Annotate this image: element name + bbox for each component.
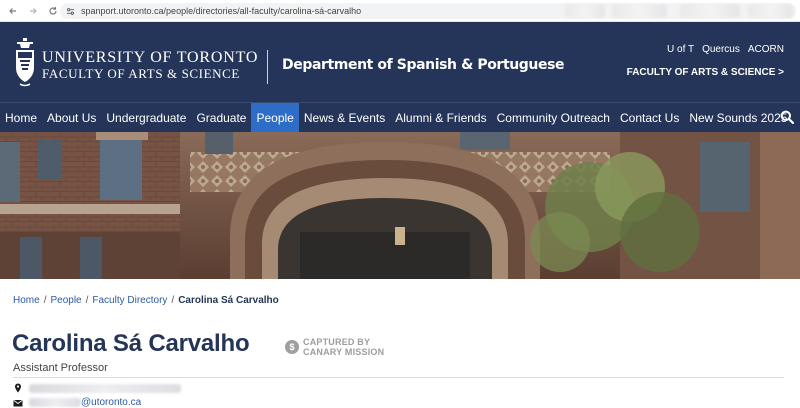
extension-icon[interactable] <box>748 4 793 18</box>
breadcrumb-current: Carolina Sá Carvalho <box>178 295 279 306</box>
extension-icon[interactable] <box>565 4 605 18</box>
university-name[interactable]: UNIVERSITY OF TORONTO <box>42 50 258 66</box>
email-local-part-redacted <box>29 398 81 407</box>
nav-news-events[interactable]: News & Events <box>299 103 390 132</box>
main-navigation: Home About Us Undergraduate Graduate Peo… <box>0 102 800 132</box>
location-redacted <box>29 383 181 393</box>
nav-community-outreach[interactable]: Community Outreach <box>492 103 615 132</box>
extension-icon[interactable] <box>612 4 667 18</box>
breadcrumb-separator: / <box>85 295 89 306</box>
site-info-icon[interactable] <box>66 7 75 16</box>
profile-job-title: Assistant Professor <box>13 362 108 374</box>
faculty-name[interactable]: FACULTY OF ARTS & SCIENCE <box>42 67 240 81</box>
contact-email-row: @utoronto.ca <box>13 397 141 408</box>
watermark-line-2: CANARY MISSION <box>303 347 385 357</box>
watermark-line-1: CAPTURED BY <box>303 337 371 347</box>
acorn-link[interactable]: ACORN <box>748 44 784 55</box>
nav-new-sounds-2025[interactable]: New Sounds 2025 <box>684 103 792 132</box>
email-domain[interactable]: @utoronto.ca <box>81 397 141 408</box>
breadcrumb-people[interactable]: People <box>50 295 81 306</box>
browser-toolbar: spanport.utoronto.ca/people/directories/… <box>0 0 800 22</box>
page-title: Carolina Sá Carvalho <box>12 330 250 357</box>
site-header: UNIVERSITY OF TORONTO FACULTY OF ARTS & … <box>0 22 800 102</box>
breadcrumb-faculty-directory[interactable]: Faculty Directory <box>92 295 167 306</box>
nav-undergraduate[interactable]: Undergraduate <box>101 103 191 132</box>
search-icon[interactable] <box>780 110 794 124</box>
hero-banner-image <box>0 132 800 279</box>
uoft-link[interactable]: U of T <box>667 44 694 55</box>
department-title[interactable]: Department of Spanish & Portuguese <box>282 57 565 73</box>
watermark-logo-icon: $ <box>285 340 299 354</box>
nav-about-us[interactable]: About Us <box>42 103 101 132</box>
quercus-link[interactable]: Quercus <box>702 44 740 55</box>
university-crest-icon[interactable] <box>14 38 36 88</box>
forward-icon[interactable] <box>26 4 40 18</box>
breadcrumb-separator: / <box>171 295 175 306</box>
map-marker-icon <box>15 383 21 393</box>
nav-people[interactable]: People <box>251 103 299 132</box>
watermark-text-block: CAPTURED BY CANARY MISSION <box>303 337 384 357</box>
contact-location-row <box>13 383 181 393</box>
utility-links: U of T Quercus ACORN <box>667 44 784 55</box>
nav-alumni-friends[interactable]: Alumni & Friends <box>390 103 491 132</box>
nav-contact-us[interactable]: Contact Us <box>615 103 684 132</box>
breadcrumb: Home / People / Faculty Directory / Caro… <box>13 295 279 306</box>
header-divider <box>267 50 268 84</box>
profile-divider <box>13 377 784 378</box>
nav-graduate[interactable]: Graduate <box>191 103 251 132</box>
breadcrumb-separator: / <box>43 295 47 306</box>
url-text: spanport.utoronto.ca/people/directories/… <box>81 6 362 16</box>
breadcrumb-home[interactable]: Home <box>13 295 40 306</box>
envelope-icon <box>13 399 23 406</box>
faculty-of-arts-science-link[interactable]: FACULTY OF ARTS & SCIENCE > <box>627 67 784 78</box>
extension-icon[interactable] <box>680 4 740 18</box>
watermark-badge: $ CAPTURED BY CANARY MISSION <box>285 337 384 357</box>
back-icon[interactable] <box>6 4 20 18</box>
reload-icon[interactable] <box>46 4 60 18</box>
nav-home[interactable]: Home <box>0 103 42 132</box>
